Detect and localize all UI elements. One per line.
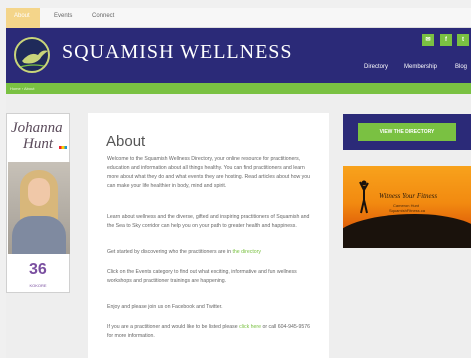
directory-link[interactable]: the directory: [232, 249, 261, 255]
view-directory-button[interactable]: VIEW THE DIRECTORY: [358, 123, 456, 141]
fitness-ad-site: SquamishFitness.ca: [389, 208, 426, 213]
browser-viewport: About Events Connect SQUAMISH WELLNESS ✉…: [0, 0, 471, 358]
paragraph-welcome: Welcome to the Squamish Wellness Directo…: [107, 156, 311, 189]
mountain-silhouette: [343, 214, 471, 248]
paragraph-practitioner: If you are a practitioner and would like…: [107, 323, 313, 341]
about-content: About Welcome to the Squamish Wellness D…: [88, 113, 329, 358]
nav-directory[interactable]: Directory: [364, 64, 388, 70]
ad-logo-mark: 36: [29, 261, 47, 278]
ad-script-line2: Hunt: [23, 136, 53, 152]
nav-blog[interactable]: Blog: [455, 64, 467, 70]
paragraph-get-started: Get started by discovering who the pract…: [107, 248, 313, 257]
paragraph-join: Enjoy and please join us on Facebook and…: [107, 304, 223, 310]
nav-membership[interactable]: Membership: [404, 64, 437, 70]
mail-icon[interactable]: ✉: [422, 34, 434, 46]
top-nav: About Events Connect: [6, 8, 471, 28]
breadcrumb-bar: Home › About: [6, 83, 471, 94]
site-header: SQUAMISH WELLNESS ✉ f t Directory Member…: [6, 28, 471, 83]
ad-tagline: KOKORE: [29, 283, 47, 288]
breadcrumb[interactable]: Home › About: [10, 86, 34, 91]
paragraph-learn: Learn about wellness and the diverse, gi…: [107, 214, 310, 229]
tab-about[interactable]: About: [6, 8, 40, 28]
color-dots: [59, 146, 67, 149]
ad-script-line1: Johanna: [11, 120, 63, 136]
tab-connect[interactable]: Connect: [92, 13, 114, 19]
site-logo[interactable]: [14, 37, 50, 73]
click-here-link[interactable]: click here: [239, 324, 261, 330]
portrait-photo: [8, 162, 70, 254]
facebook-icon[interactable]: f: [440, 34, 452, 46]
paragraph-events: Click on the Events category to find out…: [107, 269, 297, 284]
twitter-icon[interactable]: t: [457, 34, 469, 46]
runner-icon: [359, 180, 369, 214]
page-title: About: [106, 133, 146, 150]
get-started-text: Get started by discovering who the pract…: [107, 249, 233, 255]
johanna-hunt-ad[interactable]: Johanna Hunt 36 KOKORE: [6, 113, 70, 293]
site-title[interactable]: SQUAMISH WELLNESS: [62, 41, 293, 64]
logo-bird-icon: [19, 50, 48, 68]
directory-banner: VIEW THE DIRECTORY: [343, 114, 471, 150]
fitness-ad-title: Witness Your Fitness: [379, 192, 438, 200]
practitioner-text: If you are a practitioner and would like…: [107, 324, 240, 330]
fitness-ad[interactable]: Witness Your Fitness Cameron Hunt Squami…: [343, 166, 471, 248]
tab-events[interactable]: Events: [54, 13, 72, 19]
